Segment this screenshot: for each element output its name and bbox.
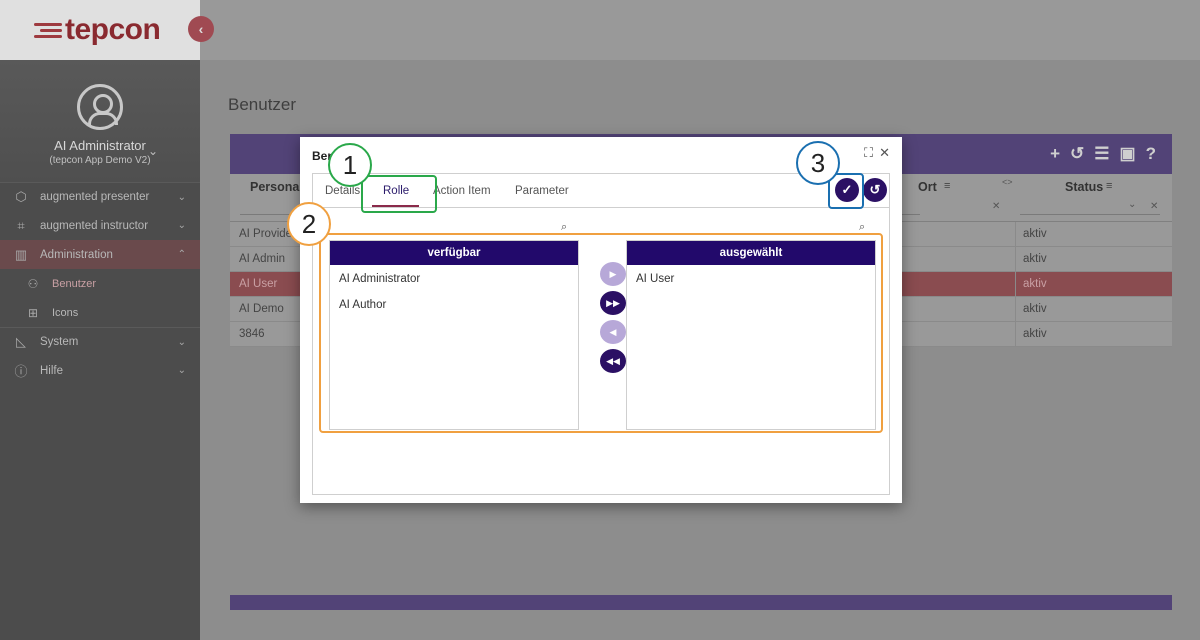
grid-footer [230,595,1172,610]
reset-button[interactable]: ↺ [863,178,887,202]
sidebar-item-label: Icons [52,306,79,319]
sidebar-item-label: System [40,336,79,348]
filter-icon[interactable]: ≡ [944,180,950,192]
undo-icon: ↺ [869,182,881,197]
logo-bar: tepcon [0,0,200,60]
profile-subtitle: (tepcon App Demo V2) [49,155,151,166]
tab-details[interactable]: Details [325,185,360,197]
sidebar-item-benutzer[interactable]: ⚇ Benutzer [0,269,200,298]
chevron-down-icon: ⌄ [177,220,186,231]
sidebar-item-label: Benutzer [52,277,97,290]
sidebar-item-label: augmented instructor [40,219,149,232]
sidebar: tepcon AI Administrator (tepcon App Demo… [0,0,200,640]
annotation-box-2 [319,233,883,433]
sidebar-item-label: augmented presenter [40,191,150,203]
avatar-icon [77,84,123,130]
sidebar-item-icons[interactable]: ⊞ Icons [0,298,200,327]
profile-panel[interactable]: AI Administrator (tepcon App Demo V2) ⌄ [0,60,200,182]
sidebar-item-label: Administration [40,248,113,261]
tepcon-logo-icon [34,22,62,38]
close-icon[interactable]: ✕ [879,145,890,161]
column-header-ort[interactable]: Ort [918,180,937,194]
menu-icon[interactable]: ☰ [1094,144,1109,164]
chevron-down-icon[interactable]: ⌄ [148,144,158,158]
sidebar-item-label: Hilfe [40,364,64,377]
clear-filter-icon[interactable]: ✕ [1150,201,1158,212]
top-bar: ‹ [188,0,1200,60]
clear-filter-icon[interactable]: ✕ [992,201,1000,212]
annotation-box-1 [361,175,437,213]
profile-name: AI Administrator [54,138,146,153]
tab-parameter[interactable]: Parameter [515,185,569,197]
collapse-sidebar-button[interactable]: ‹ [188,16,214,42]
annotation-marker-3: 3 [796,141,840,185]
chevron-down-icon: ⌄ [177,191,186,203]
sidebar-item-hilfe[interactable]: ⓘ Hilfe ⌄ [0,356,200,385]
annotation-marker-1: 1 [328,143,372,187]
chevron-down-icon: ⌄ [177,336,186,348]
sidebar-item-augmented-instructor[interactable]: ⌗ augmented instructor ⌄ [0,211,200,240]
tab-action-item[interactable]: Action Item [433,185,491,197]
chevron-down-icon: ⌄ [177,365,186,376]
page-title: Benutzer [228,95,297,114]
annotation-marker-2: 2 [287,202,331,246]
users-icon: ⚇ [27,276,39,291]
crop-icon: ⌗ [17,217,25,233]
logo-text: tepcon [65,13,161,46]
help-circle-icon: ⓘ [14,364,28,379]
chevron-left-icon: ‹ [198,21,204,37]
sidebar-item-system[interactable]: ◺ System ⌄ [0,327,200,356]
column-header-personal[interactable]: Personal [250,180,303,194]
resize-icon[interactable]: <> [1002,177,1013,187]
add-icon[interactable]: + [1050,144,1060,164]
ruler-icon: ◺ [16,334,26,349]
sidebar-item-augmented-presenter[interactable]: ⬡ augmented presenter ⌄ [0,182,200,211]
filter-icon[interactable]: ≡ [1106,180,1112,192]
chevron-down-icon[interactable]: ⌄ [1128,199,1136,210]
library-icon: ▥ [14,246,28,262]
chevron-up-icon: ⌃ [177,249,186,260]
refresh-icon[interactable]: ↺ [1070,144,1084,164]
maximize-icon[interactable]: ⛶ [864,145,873,161]
sidebar-item-administration[interactable]: ▥ Administration ⌃ [0,240,200,269]
help-icon[interactable]: ? [1146,144,1156,164]
column-header-status[interactable]: Status [1065,180,1103,194]
icons-grid-icon: ⊞ [27,305,39,320]
save-icon[interactable]: ▣ [1120,144,1136,164]
cube-icon: ⬡ [15,189,27,204]
